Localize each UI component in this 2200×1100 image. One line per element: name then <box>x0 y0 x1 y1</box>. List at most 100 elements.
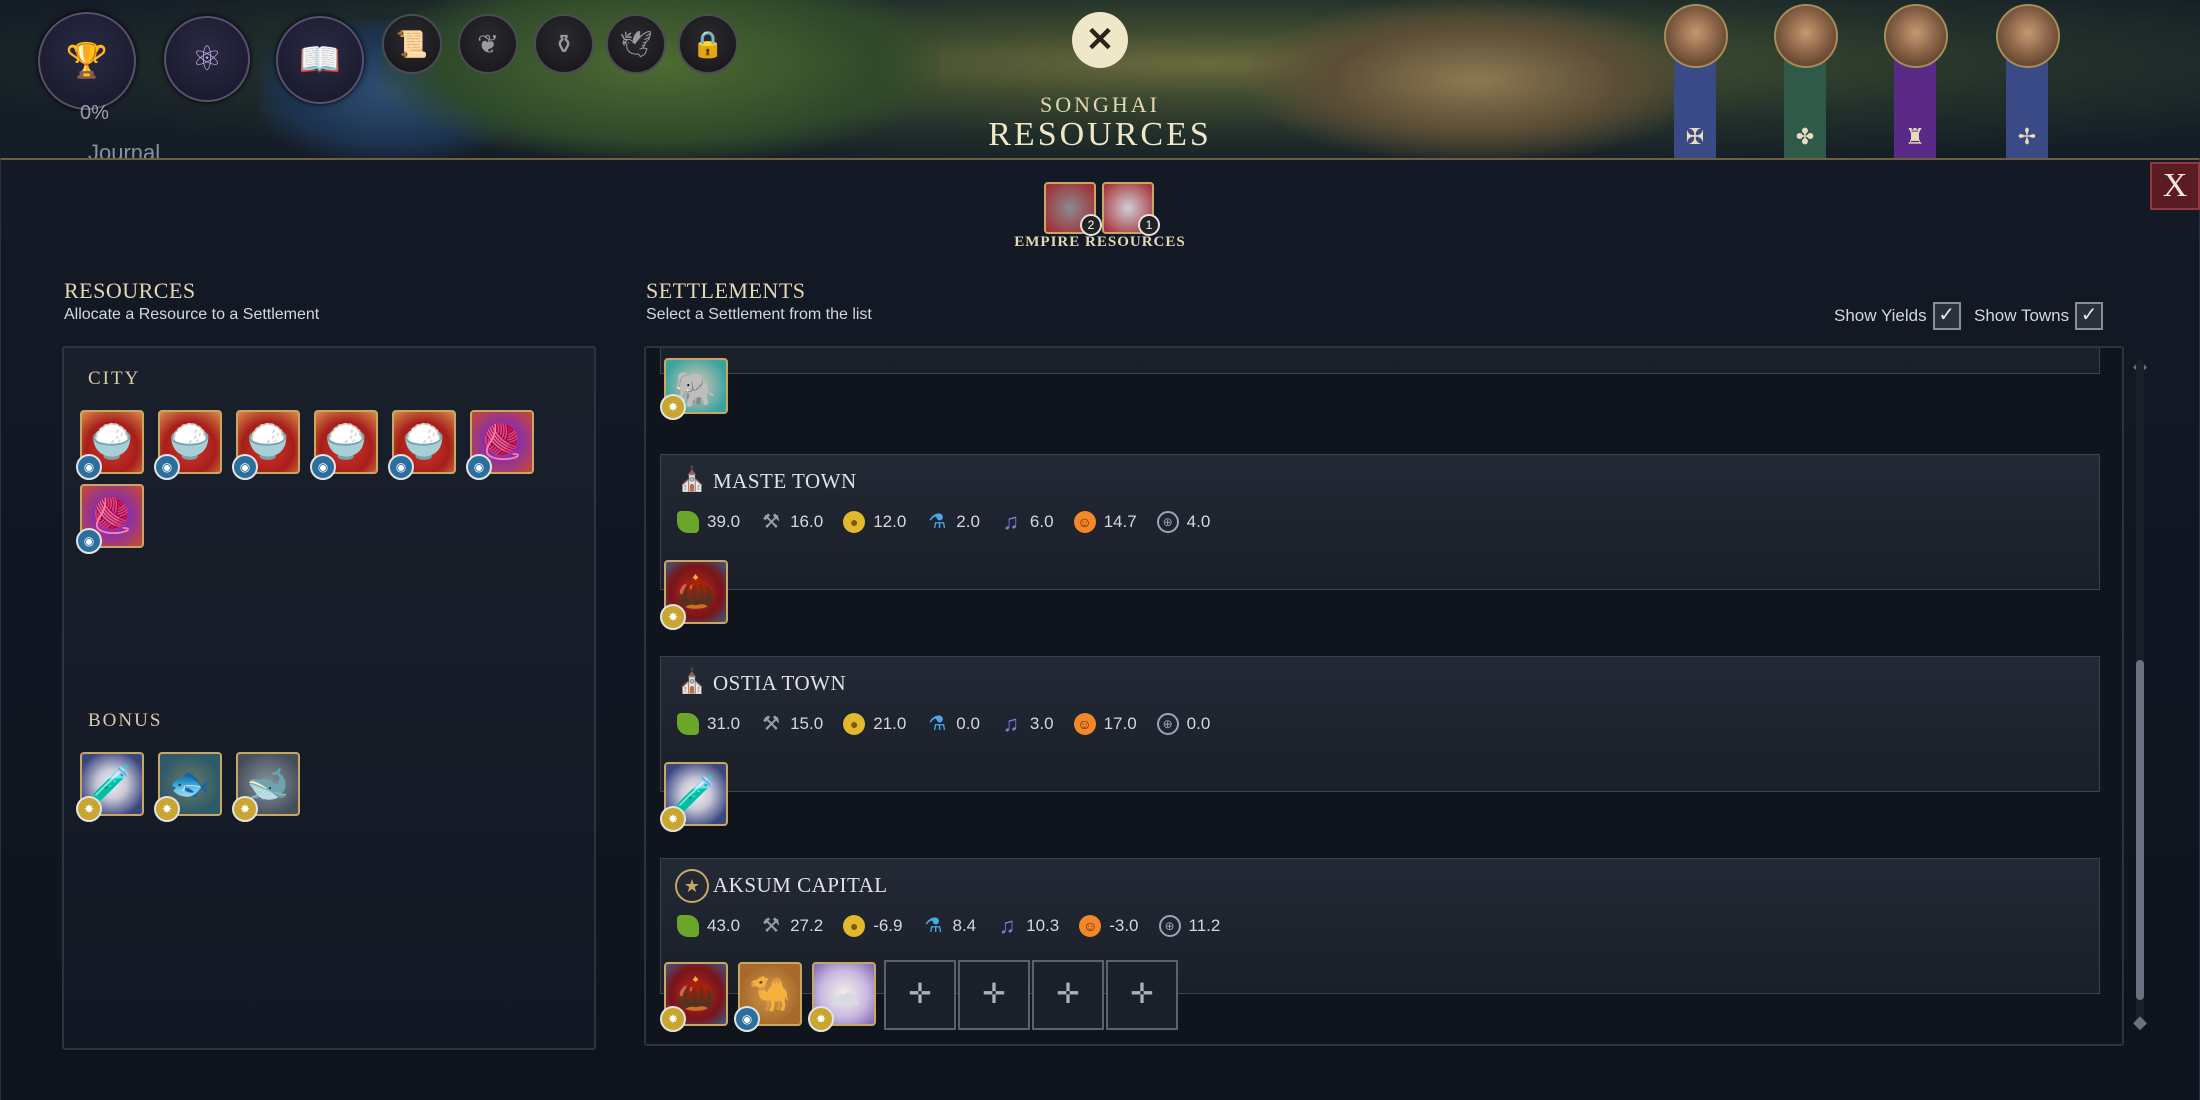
empty-resource-slot[interactable]: ✛ <box>958 960 1030 1030</box>
science-yield: ⚗ 0.0 <box>926 713 980 735</box>
cannon-icon[interactable]: 2 <box>1044 182 1102 236</box>
dove-icon[interactable]: 🕊 <box>606 14 666 74</box>
leader-portrait-4[interactable]: ✢ <box>1996 0 2060 160</box>
show-towns-toggle[interactable]: Show Towns ✓ <box>1974 302 2104 330</box>
empty-resource-slot[interactable]: ✛ <box>1032 960 1104 1030</box>
silk-resource[interactable]: 🧶 ◉ <box>466 410 534 480</box>
settlement-yields: 43.0 ⚒ 27.2 ● -6.9 ⚗ 8.4 ♫ 10.3 ☺ -3.0 ⊕ 11.2 <box>677 915 1220 937</box>
resource-pool: CITY 🍚 ◉ 🍚 ◉ 🍚 ◉ 🍚 ◉ 🍚 ◉ 🧶 ◉ 🧶 ◉ BONUS 🧪 ✸ 🐟 ✸ 🐋 ✸ <box>62 346 596 1050</box>
settlement-name: MASTE TOWN <box>713 469 857 493</box>
sugar-resource[interactable]: 🍚 ◉ <box>232 410 300 480</box>
helmet-icon[interactable]: 1 <box>1102 182 1160 236</box>
culture-icon: ♫ <box>998 913 1016 938</box>
yield-value: 43.0 <box>707 916 741 935</box>
settlement-card[interactable]: ⛪ MASTE TOWN 39.0 ⚒ 16.0 ● 12.0 ⚗ 2.0 ♫ 6.0 … <box>660 454 2100 590</box>
town-icon: ⛪ <box>677 466 707 493</box>
bonus-badge-icon: ✸ <box>76 796 102 822</box>
leader-face-icon <box>1664 4 1728 68</box>
gold-icon: ● <box>843 713 866 735</box>
settlement-card[interactable] <box>660 348 2100 374</box>
scroll-icon[interactable]: 📜 <box>382 14 442 74</box>
gold-yield: ● 21.0 <box>843 713 906 735</box>
fish-resource[interactable]: 🐟 ✸ <box>154 752 222 822</box>
settlement-yields: 31.0 ⚒ 15.0 ● 21.0 ⚗ 0.0 ♫ 3.0 ☺ 17.0 ⊕ 0.0 <box>677 713 1210 735</box>
show-yields-toggle[interactable]: Show Yields ✓ <box>1834 302 1961 330</box>
gold-yield: ● 12.0 <box>843 511 906 533</box>
leader-symbol-icon: ♜ <box>1905 124 1925 149</box>
silk-resource[interactable]: 🧶 ◉ <box>76 484 144 554</box>
food-icon <box>677 713 699 735</box>
scroll-down-icon[interactable]: ◆ <box>2130 1012 2150 1032</box>
happiness-yield: ☺ 17.0 <box>1073 713 1137 735</box>
map-city-area <box>1250 0 1700 160</box>
food-yield: 39.0 <box>677 511 740 533</box>
production-yield: ⚒ 16.0 <box>760 511 823 533</box>
dates-resource[interactable]: 🌰 ✸ <box>660 560 728 630</box>
influence-yield: ⊕ 4.0 <box>1156 511 1210 533</box>
scrollbar-thumb[interactable] <box>2136 660 2144 1000</box>
settlement-list[interactable]: 🐘 ✸ ⛪ MASTE TOWN 39.0 ⚒ 16.0 ● 12.0 ⚗ 2.0 ♫ 6… <box>644 346 2124 1046</box>
production-icon: ⚒ <box>762 511 781 533</box>
empire-resources: 2 1 <box>1040 180 1160 236</box>
leader-symbol-icon: ✢ <box>2017 124 2037 149</box>
yield-value: 17.0 <box>1103 714 1137 733</box>
influence-icon: ⊕ <box>1156 511 1179 533</box>
show-towns-checkbox[interactable]: ✓ <box>2075 302 2104 330</box>
yield-value: 3.0 <box>1029 714 1054 733</box>
resource-count: 2 <box>1080 214 1102 236</box>
trophy-icon[interactable]: 🏆 <box>38 12 136 110</box>
leader-portrait-2[interactable]: ✤ <box>1774 0 1838 160</box>
leaf-icon[interactable]: ❦ <box>458 14 518 74</box>
yield-value: 15.0 <box>790 714 824 733</box>
city-badge-icon: ◉ <box>388 454 414 480</box>
town-icon: ⛪ <box>677 668 707 695</box>
leader-portrait-1[interactable]: ✠ <box>1664 0 1728 160</box>
settlement-yields: 39.0 ⚒ 16.0 ● 12.0 ⚗ 2.0 ♫ 6.0 ☺ 14.7 ⊕ 4.0 <box>677 511 1210 533</box>
science-yield: ⚗ 2.0 <box>926 511 980 533</box>
yield-value: 12.0 <box>873 512 907 531</box>
yield-value: 10.3 <box>1026 916 1060 935</box>
city-badge-icon: ◉ <box>734 1006 760 1032</box>
sugar-resource[interactable]: 🍚 ◉ <box>388 410 456 480</box>
yield-value: 16.0 <box>790 512 824 531</box>
yield-value: 2.0 <box>956 512 980 531</box>
science-tree-icon[interactable]: ⚛ <box>164 16 250 102</box>
ivory-resource[interactable]: 🐘 ✸ <box>660 358 728 420</box>
close-button[interactable]: X <box>2150 162 2200 210</box>
camels-resource[interactable]: 🐪 ◉ <box>734 962 802 1032</box>
culture-yield: ♫ 3.0 <box>1000 713 1054 735</box>
leader-face-icon <box>1884 4 1948 68</box>
civics-book-icon[interactable]: 📖 <box>276 16 364 104</box>
leader-portrait-3[interactable]: ♜ <box>1884 0 1948 160</box>
leader-face-icon <box>1774 4 1838 68</box>
bonus-badge-icon: ✸ <box>232 796 258 822</box>
whales-resource[interactable]: 🐋 ✸ <box>232 752 300 822</box>
dates-resource[interactable]: 🌰 ✸ <box>660 962 728 1032</box>
food-yield: 43.0 <box>677 915 740 937</box>
empire-resources-label: EMPIRE RESOURCES <box>1014 234 1186 250</box>
yield-value: 0.0 <box>956 714 980 733</box>
vase-icon[interactable]: ⚱ <box>534 14 594 74</box>
bonus-badge-icon: ✸ <box>808 1006 834 1032</box>
culture-icon: ♫ <box>1002 509 1020 534</box>
empty-resource-slot[interactable]: ✛ <box>1106 960 1178 1030</box>
lock-icon[interactable]: 🔒 <box>678 14 738 74</box>
yield-value: 21.0 <box>873 714 907 733</box>
dyes-resource[interactable]: 🧪 ✸ <box>76 752 144 822</box>
sugar-resource[interactable]: 🍚 ◉ <box>154 410 222 480</box>
empty-resource-slot[interactable]: ✛ <box>884 960 956 1030</box>
settlement-card[interactable]: ★ AKSUM CAPITAL 43.0 ⚒ 27.2 ● -6.9 ⚗ 8.4 ♫ 1… <box>660 858 2100 994</box>
sugar-resource[interactable]: 🍚 ◉ <box>310 410 378 480</box>
sugar-resource[interactable]: 🍚 ◉ <box>76 410 144 480</box>
production-yield: ⚒ 15.0 <box>760 713 823 735</box>
yield-value: 39.0 <box>707 512 741 531</box>
cotton-resource[interactable]: ☁ ✸ <box>808 962 876 1032</box>
yield-value: 11.2 <box>1188 916 1221 935</box>
civ-name: SONGHAI <box>1040 92 1160 117</box>
dyes-resource[interactable]: 🧪 ✸ <box>660 762 728 832</box>
settlement-card[interactable]: ⛪ OSTIA TOWN 31.0 ⚒ 15.0 ● 21.0 ⚗ 0.0 ♫ 3.0 … <box>660 656 2100 792</box>
show-yields-checkbox[interactable]: ✓ <box>1932 302 1961 330</box>
influence-icon: ⊕ <box>1158 915 1181 937</box>
gold-yield: ● -6.9 <box>843 915 902 937</box>
production-icon: ⚒ <box>762 915 781 937</box>
